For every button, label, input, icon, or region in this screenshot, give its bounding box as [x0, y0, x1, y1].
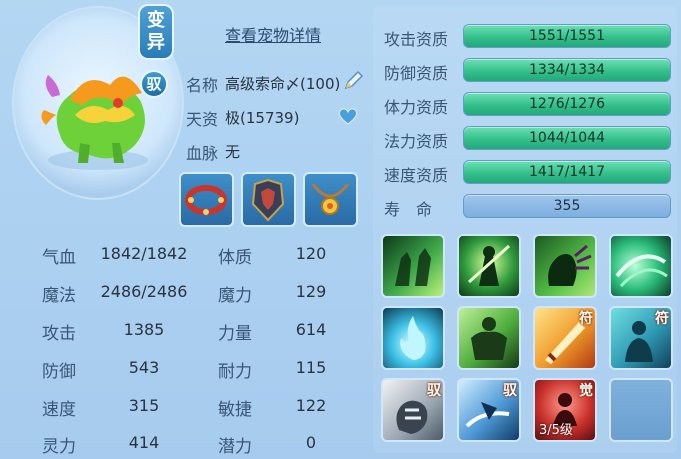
skill-slot-empty[interactable]: [609, 378, 673, 442]
equipment-slot-armor[interactable]: [241, 172, 296, 227]
name-value: 高级索命〆(100): [225, 75, 341, 93]
skill-slot-9[interactable]: 驭: [381, 378, 445, 442]
favorite-heart-icon[interactable]: [337, 106, 359, 126]
name-label: 名称: [186, 76, 219, 95]
skill-slot-4[interactable]: [609, 234, 673, 298]
bracelet-icon: [185, 185, 227, 215]
view-pet-details-link[interactable]: 查看宠物详情: [225, 22, 321, 46]
armor-icon: [251, 178, 285, 222]
defense-aptitude-bar: 1334/1334: [463, 58, 671, 82]
bloodline-label: 血脉: [186, 144, 219, 163]
lifespan-label: 寿 命: [384, 200, 433, 219]
edit-name-pencil-icon[interactable]: [342, 70, 364, 92]
skill-slot-11[interactable]: 觉 3/5级: [533, 378, 597, 442]
stat-value-agility: 122: [295, 396, 327, 415]
equipment-slot-necklace[interactable]: [303, 172, 358, 227]
stat-label-attack: 攻击: [42, 324, 76, 344]
attack-aptitude-bar: 1551/1551: [463, 24, 671, 48]
stat-label-spirit: 灵力: [42, 437, 76, 457]
spirit-flame-skill-icon: [400, 316, 426, 360]
stat-label-strength: 力量: [218, 324, 252, 344]
skill-slot-10[interactable]: 驭: [457, 378, 521, 442]
control-tag: 驭: [503, 383, 517, 399]
stamina-aptitude-bar: 1276/1276: [463, 92, 671, 116]
stat-label-constitution: 体质: [218, 248, 252, 268]
aptitude-value: 极(15739): [225, 109, 300, 127]
claw-fiend-skill-icon: [548, 244, 592, 286]
stat-value-spirit: 414: [128, 433, 160, 452]
stat-value-potential: 0: [305, 433, 317, 452]
stat-label-mp: 魔法: [42, 286, 76, 306]
shadow-warriors-skill-icon: [395, 248, 431, 286]
awaken-tag: 觉: [579, 383, 593, 399]
brute-strength-skill-icon: [471, 317, 507, 360]
awaken-level-label: 3/5级: [539, 423, 573, 438]
lifespan-bar: 355: [463, 194, 671, 218]
stat-label-hp: 气血: [42, 248, 76, 268]
speed-aptitude-label: 速度资质: [384, 166, 449, 185]
defense-aptitude-label: 防御资质: [384, 64, 449, 83]
magic-aptitude-bar: 1044/1044: [463, 126, 671, 150]
stat-value-hp: 1842/1842: [100, 244, 188, 263]
stat-value-speed: 315: [128, 396, 160, 415]
control-badge: 驭: [140, 70, 168, 98]
control-tag: 驭: [427, 383, 441, 399]
rune-tag: 符: [655, 311, 669, 327]
skill-slot-1[interactable]: [381, 234, 445, 298]
equipment-slot-bracelet[interactable]: [179, 172, 234, 227]
skill-slot-3[interactable]: [533, 234, 597, 298]
stat-value-attack: 1385: [123, 320, 165, 339]
stat-label-defense: 防御: [42, 362, 76, 382]
skill-slot-8[interactable]: 符: [609, 306, 673, 370]
skill-slot-6[interactable]: [457, 306, 521, 370]
warrior-slash-skill-icon: [467, 244, 511, 286]
skill-slot-5[interactable]: [381, 306, 445, 370]
stat-value-constitution: 120: [295, 244, 327, 263]
stat-label-speed: 速度: [42, 400, 76, 420]
stat-value-mp: 2486/2486: [100, 282, 188, 301]
stat-label-agility: 敏捷: [218, 400, 252, 420]
skill-slot-7[interactable]: 符: [533, 306, 597, 370]
stat-label-magic-power: 魔力: [218, 286, 252, 306]
stat-value-magic-power: 129: [295, 282, 327, 301]
stat-value-strength: 614: [295, 320, 327, 339]
necklace-icon: [311, 183, 350, 215]
rune-tag: 符: [579, 311, 593, 327]
bloodline-value: 无: [225, 143, 241, 161]
speed-aptitude-bar: 1417/1417: [463, 160, 671, 184]
skill-slot-2[interactable]: [457, 234, 521, 298]
stat-value-defense: 543: [128, 358, 160, 377]
attack-aptitude-label: 攻击资质: [384, 30, 449, 49]
stat-label-potential: 潜力: [218, 437, 252, 457]
pet-model-image[interactable]: [30, 55, 160, 175]
magic-aptitude-label: 法力资质: [384, 132, 449, 151]
stat-label-endurance: 耐力: [218, 362, 252, 382]
stamina-aptitude-label: 体力资质: [384, 98, 449, 117]
wind-gust-skill-icon: [615, 254, 668, 288]
stat-value-endurance: 115: [295, 358, 327, 377]
transform-badge: 变异: [138, 4, 174, 60]
aptitude-label: 天资: [186, 110, 219, 129]
